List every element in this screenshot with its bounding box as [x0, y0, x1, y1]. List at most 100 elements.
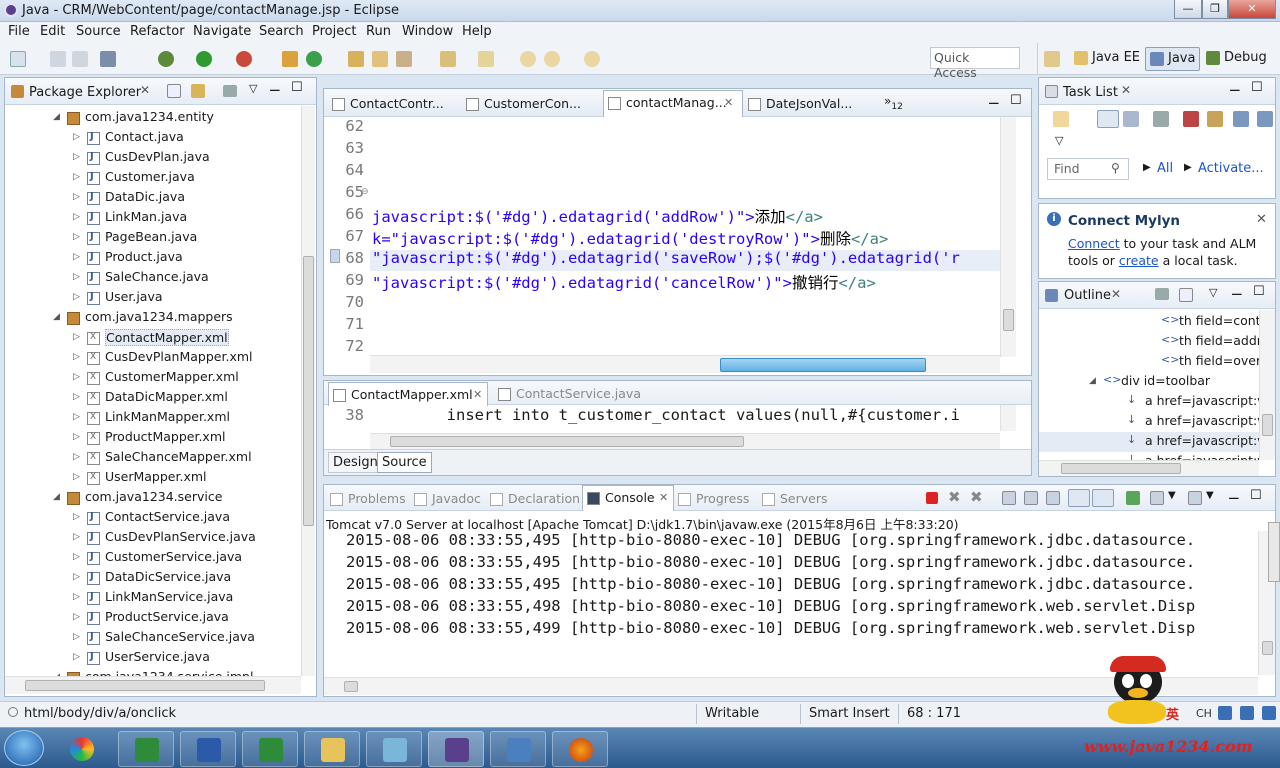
chevron-down-icon[interactable]: ▽: [1055, 134, 1063, 147]
file-node[interactable]: ▷ LinkMan.java: [5, 208, 301, 228]
collapse-arrow-icon[interactable]: ▷: [73, 192, 80, 202]
file-node[interactable]: ▷ DataDic.java: [5, 188, 301, 208]
console-icon[interactable]: [100, 51, 116, 67]
file-node[interactable]: ▷ ContactMapper.xml: [5, 328, 301, 348]
open-type-icon[interactable]: [348, 51, 364, 67]
package-node[interactable]: ◢ com.java1234.mappers: [5, 308, 301, 328]
new-class-icon[interactable]: [306, 51, 322, 67]
menu-file[interactable]: File: [8, 24, 30, 39]
tab-source[interactable]: Source: [377, 452, 432, 473]
close-view-icon[interactable]: ✕: [1111, 287, 1121, 301]
package-node[interactable]: ◢com.java1234.service.impl: [5, 668, 301, 676]
code-area[interactable]: 62 63 64 65 ⊖ 66 javascript:$('#dg').edatagrid…: [324, 117, 1000, 357]
back-icon[interactable]: [520, 51, 536, 67]
file-node[interactable]: ▷ User.java: [5, 288, 301, 308]
terminate-icon[interactable]: [926, 492, 938, 504]
perspective-debug[interactable]: Debug: [1202, 47, 1271, 71]
taskbar-app-5[interactable]: [304, 731, 360, 767]
new-task-icon[interactable]: [1053, 111, 1069, 127]
link-editor-icon[interactable]: [191, 84, 205, 98]
file-node[interactable]: ▷ LinkManService.java: [5, 588, 301, 608]
maximize-view-icon[interactable]: ☐: [1010, 93, 1022, 108]
collapse-arrow-icon[interactable]: ▷: [73, 552, 80, 562]
maximize-view-icon[interactable]: ☐: [1250, 488, 1262, 503]
quick-access-input[interactable]: Quick Access: [930, 47, 1020, 80]
file-node[interactable]: ▷ CusDevPlan.java: [5, 148, 301, 168]
show-on-output-icon[interactable]: [1068, 489, 1090, 507]
expand-arrow-icon[interactable]: ◢: [53, 492, 60, 502]
outline-hscrollbar[interactable]: [1039, 460, 1259, 476]
tab-contact-manage[interactable]: contactManag... ✕: [603, 90, 743, 117]
menu-run[interactable]: Run: [366, 24, 391, 39]
close-tab-icon[interactable]: ✕: [659, 491, 668, 504]
collapse-icon[interactable]: [1233, 111, 1249, 127]
collapse-arrow-icon[interactable]: ▷: [73, 292, 80, 302]
keyboard-icon[interactable]: [1218, 706, 1232, 720]
taskbar-app-9[interactable]: [552, 731, 608, 767]
close-window-button[interactable]: ✕: [1228, 0, 1276, 19]
collapse-arrow-icon[interactable]: ▷: [73, 332, 80, 342]
collapse-arrow-icon[interactable]: ▷: [73, 652, 80, 662]
tab-problems[interactable]: Problems: [326, 487, 412, 511]
collapse-arrow-icon[interactable]: ▷: [73, 432, 80, 442]
collapse-arrow-icon[interactable]: ▷: [73, 472, 80, 482]
outline-node[interactable]: ↓ a href=javascript:vo: [1039, 432, 1259, 452]
tab-design[interactable]: Design: [328, 452, 383, 473]
tab-javadoc[interactable]: Javadoc: [410, 487, 488, 511]
remove-all-icon[interactable]: ✖: [970, 488, 983, 506]
collapse-arrow-icon[interactable]: ▷: [73, 592, 80, 602]
collapse-all-icon[interactable]: [1179, 288, 1193, 302]
file-node[interactable]: ▷ ProductMapper.xml: [5, 428, 301, 448]
close-tab-icon[interactable]: ✕: [724, 96, 733, 109]
collapse-arrow-icon[interactable]: ▷: [73, 152, 80, 162]
file-node[interactable]: ▷ CustomerMapper.xml: [5, 368, 301, 388]
next-annotation-icon[interactable]: [478, 51, 494, 67]
code-line[interactable]: insert into t_customer_contact values(nu…: [372, 406, 1000, 424]
tab-progress[interactable]: Progress: [674, 487, 756, 511]
open-perspective-icon[interactable]: [1044, 51, 1060, 67]
collapse-arrow-icon[interactable]: ▷: [73, 252, 80, 262]
expand-arrow-icon[interactable]: ◢: [1089, 376, 1096, 386]
expand-arrow-icon[interactable]: ◢: [53, 112, 60, 122]
chevron-down-icon[interactable]: ▼: [1168, 490, 1176, 501]
perspective-java[interactable]: Java: [1145, 47, 1201, 71]
taskbar-app-4[interactable]: [242, 731, 298, 767]
annotation-icon[interactable]: [440, 51, 456, 67]
second-editor-vscrollbar[interactable]: [1000, 405, 1016, 431]
editor-vscrollbar[interactable]: [1000, 117, 1016, 357]
file-node[interactable]: ▷ ContactService.java: [5, 508, 301, 528]
expand-icon[interactable]: [1257, 111, 1273, 127]
new-icon[interactable]: [10, 51, 26, 67]
menu-project[interactable]: Project: [312, 24, 356, 39]
scroll-thumb[interactable]: [1262, 414, 1273, 436]
package-tree-vscrollbar[interactable]: [301, 106, 315, 676]
collapse-arrow-icon[interactable]: ▷: [73, 352, 80, 362]
start-button[interactable]: [4, 730, 44, 766]
collapse-arrow-icon[interactable]: ▷: [73, 232, 80, 242]
file-node[interactable]: ▷ PageBean.java: [5, 228, 301, 248]
server-icon[interactable]: [282, 51, 298, 67]
minimize-view-icon[interactable]: ⚊: [988, 93, 1000, 108]
save-all-icon[interactable]: [72, 51, 88, 67]
focus-icon[interactable]: [1207, 111, 1223, 127]
tab-contact-service[interactable]: ContactService.java: [494, 382, 644, 406]
scheduled-icon[interactable]: [1123, 111, 1139, 127]
scroll-thumb[interactable]: [720, 358, 926, 372]
taskbar-app-3[interactable]: [180, 731, 236, 767]
create-link[interactable]: create: [1119, 253, 1159, 268]
collapse-arrow-icon[interactable]: ▷: [73, 572, 80, 582]
collapse-arrow-icon[interactable]: ▷: [73, 132, 80, 142]
forward-icon[interactable]: [584, 51, 600, 67]
file-node[interactable]: ▷ Product.java: [5, 248, 301, 268]
file-node[interactable]: ▷ Customer.java: [5, 168, 301, 188]
word-wrap-icon[interactable]: [1046, 491, 1060, 505]
maximize-button[interactable]: ❐: [1202, 0, 1228, 19]
file-node[interactable]: ▷ CusDevPlanService.java: [5, 528, 301, 548]
taskbar-app-8[interactable]: [490, 731, 546, 767]
fold-icon[interactable]: ⊖: [361, 187, 369, 197]
collapse-arrow-icon[interactable]: ▷: [73, 212, 80, 222]
collapse-arrow-icon[interactable]: ▷: [73, 412, 80, 422]
file-node[interactable]: ▷ Contact.java: [5, 128, 301, 148]
collapse-arrow-icon[interactable]: ▷: [73, 512, 80, 522]
save-icon[interactable]: [50, 51, 66, 67]
